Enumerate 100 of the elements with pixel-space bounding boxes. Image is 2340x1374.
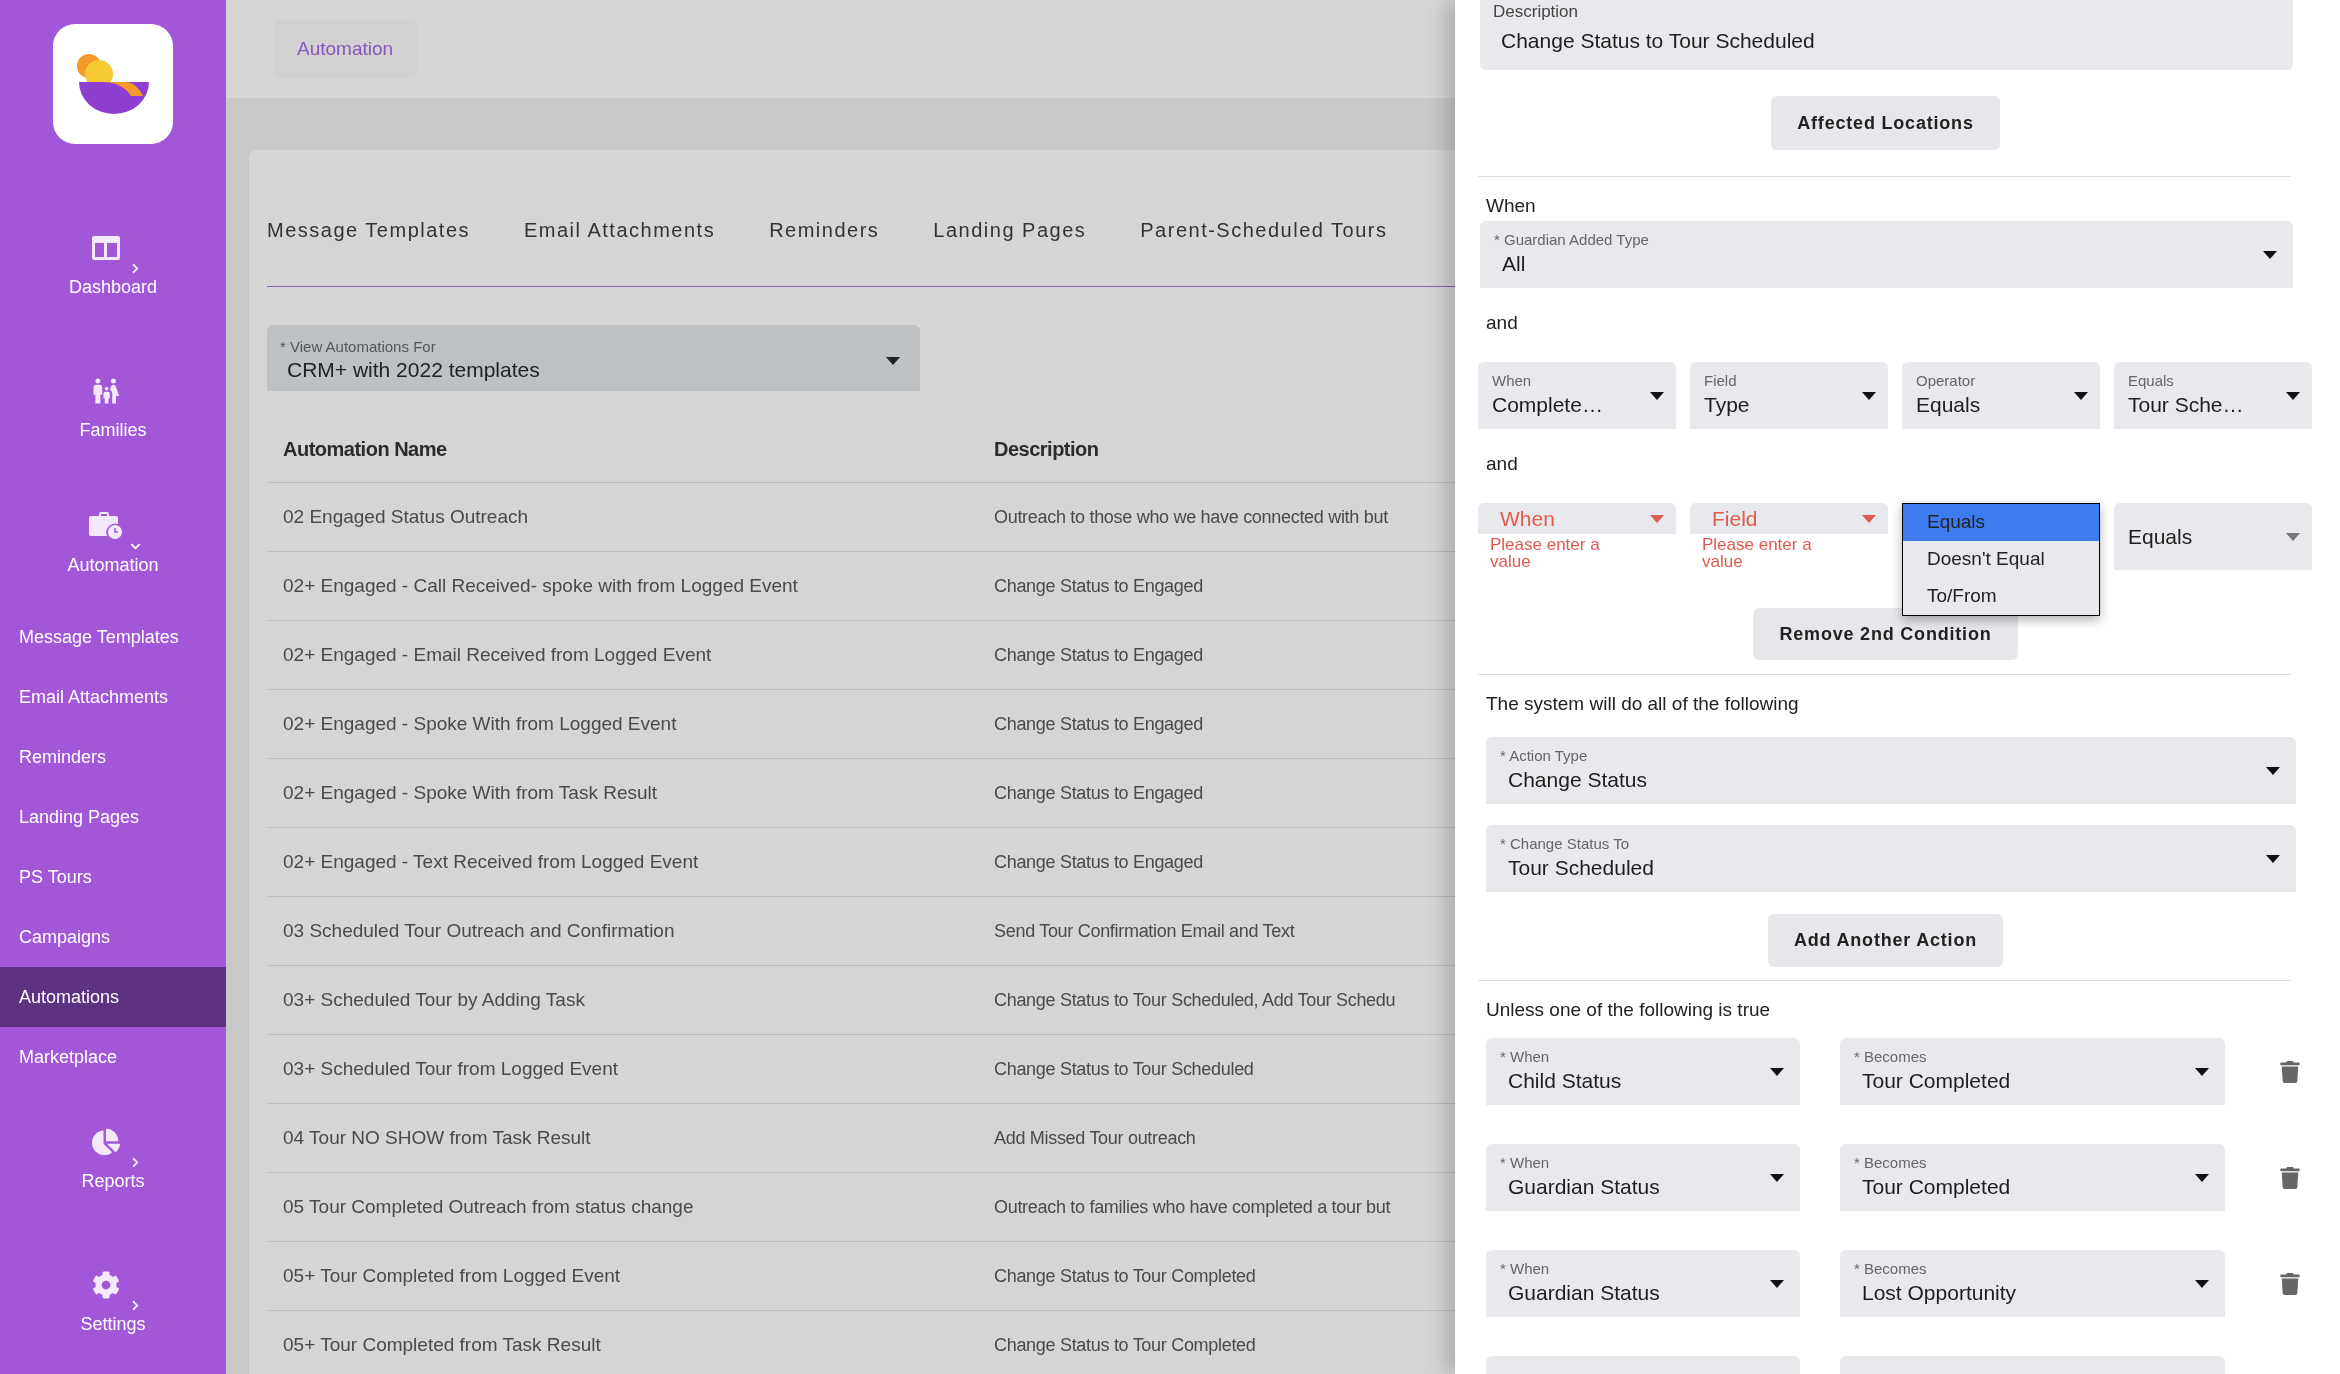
table-row[interactable]: 03+ Scheduled Tour from Logged Event Change Status to Tour Scheduled [267,1035,1455,1104]
table-row[interactable]: 02+ Engaged - Email Received from Logged Event Change Status to Engaged [267,621,1455,690]
table-row[interactable]: 02+ Engaged - Spoke With from Task Result Change Status to Engaged [267,759,1455,828]
table-row[interactable]: 02+ Engaged - Spoke With from Logged Event Change Status to Engaged [267,690,1455,759]
select-field[interactable]: * Action Type Change Status [1486,737,2296,804]
select-field[interactable]: * Becomes Tour Completed [1840,1038,2225,1105]
section-heading: The system will do all of the following [1486,692,1800,716]
table-row[interactable]: 03+ Scheduled Tour by Adding Task Change Status to Tour Scheduled, Add Tour Schedu [267,966,1455,1035]
description-field[interactable]: Description Change Status to Tour Scheduled [1480,0,2293,70]
nav-item[interactable]: Campaigns [0,907,226,967]
chevron-down-icon[interactable] [129,541,141,552]
table-cell-text: 02+ Engaged - Spoke With from Logged Event [282,711,678,736]
table-cell-text: 02 Engaged Status Outreach [282,504,530,529]
field-label: * Change Status To [1500,834,1630,853]
settings-icon [91,1270,120,1299]
field-value: Equals [1916,391,1981,418]
section-heading: Unless one of the following is true [1486,998,1772,1022]
select-field[interactable]: Field Type [1690,362,1888,429]
nav-section-label[interactable]: Dashboard [68,275,158,298]
table-row[interactable]: 02+ Engaged - Text Received from Logged Event Change Status to Engaged [267,828,1455,897]
caret-icon [2195,1067,2209,1076]
field-label: Description [1493,1,1580,22]
nav-item[interactable]: Email Attachments [0,667,226,727]
table-cell-text: Send Tour Confirmation Email and Text [994,919,1295,943]
nav-item[interactable]: Automations [0,967,226,1027]
view-automations-select[interactable]: * View Automations For CRM+ with 2022 templates [267,325,920,391]
table-cell-text: Outreach to families who have completed a tour but [994,1195,1391,1219]
table-row[interactable]: 05 Tour Completed Outreach from status change Outreach to families who have completed a tour but [267,1173,1455,1242]
table-row[interactable]: 05+ Tour Completed from Logged Event Change Status to Tour Completed [267,1242,1455,1311]
field-value: Equals [2128,523,2193,550]
table-cell-text: Change Status to Engaged [994,781,1203,805]
table-cell-text: 03+ Scheduled Tour by Adding Task [282,987,586,1012]
caret-icon [2263,250,2277,259]
table-cell-text: 02+ Engaged - Spoke With from Task Result [282,780,659,805]
select-field[interactable]: When Complete… [1478,362,1676,429]
delete-icon[interactable] [2279,1272,2301,1295]
field-value: Tour Completed [1861,1173,2011,1200]
table-cell-text: Change Status to Tour Completed [994,1333,1256,1357]
section-heading: and [1486,452,1519,476]
table-row[interactable]: 02 Engaged Status Outreach Outreach to those who we have connected with but [267,483,1455,552]
nav-item[interactable]: PS Tours [0,847,226,907]
select-field[interactable]: * Becomes Lost Opportunity [1840,1250,2225,1317]
tab[interactable]: Message Templates [267,218,470,242]
nav-section-label[interactable]: Automation [67,554,159,576]
field-label: * Becomes [1854,1259,1928,1278]
error-message: Please enter a value [1489,534,1601,570]
field-value: Lost Opportunity [1861,1279,2017,1306]
nav-item[interactable]: Message Templates [0,607,226,667]
column-header: Automation Name [282,436,448,462]
app-logo[interactable] [53,24,173,144]
tab[interactable]: Parent-Scheduled Tours [1140,218,1388,242]
nav-item[interactable]: Landing Pages [0,787,226,847]
field-label: * Guardian Added Type [1494,230,1649,249]
field-label: Equals [2128,371,2175,390]
table-cell-text: 03 Scheduled Tour Outreach and Confirmation [282,918,676,943]
field-label: * View Automations For [280,338,437,356]
nav-section-label[interactable]: Reports [81,1169,145,1192]
table-cell-text: Change Status to Engaged [994,850,1203,874]
field-placeholder: Field [1711,505,1758,532]
table-cell-text: Change Status to Engaged [994,574,1203,598]
menu-option[interactable]: Doesn't Equal [1903,541,2099,578]
briefcase-clock-icon [88,512,123,540]
select-field[interactable]: * When Guardian Status [1486,1144,1800,1211]
nav-item[interactable]: Marketplace [0,1027,226,1087]
table-cell-text: 03+ Scheduled Tour from Logged Event [282,1056,620,1081]
field-label: * Action Type [1500,746,1589,765]
affected-locations-button[interactable]: Affected Locations [1771,96,2000,150]
breadcrumb-button[interactable]: Automation [273,20,418,78]
select-field[interactable]: * Guardian Added Type All [1480,221,2293,288]
table-cell-text: Change Status to Tour Completed [994,1264,1256,1288]
select-field[interactable]: Equals [2114,503,2312,570]
caret-icon [2195,1173,2209,1182]
select-field[interactable]: * Becomes Tour Completed [1840,1144,2225,1211]
table-row[interactable]: 02+ Engaged - Call Received- spoke with from Logged Event Change Status to Engaged [267,552,1455,621]
delete-icon[interactable] [2279,1060,2301,1083]
table-cell-text: Change Status to Tour Scheduled, Add Tour Schedu [994,988,1396,1012]
table-row[interactable]: 04 Tour NO SHOW from Task Result Add Missed Tour outreach [267,1104,1455,1173]
select-field[interactable]: Operator Equals [1902,362,2100,429]
select-field[interactable]: Equals Tour Sche… [2114,362,2312,429]
tab[interactable]: Landing Pages [933,218,1087,242]
field-label: Field [1704,371,1738,390]
caret-icon [2286,532,2300,541]
select-field[interactable]: * Change Status To Tour Scheduled [1486,825,2296,892]
caret-icon [2074,391,2088,400]
tab[interactable]: Email Attachments [524,218,716,242]
nav-item[interactable]: Reminders [0,727,226,787]
table-row[interactable]: 03 Scheduled Tour Outreach and Confirmation Send Tour Confirmation Email and Text [267,897,1455,966]
remove-condition-button[interactable]: Remove 2nd Condition [1753,608,2018,660]
nav-section-label[interactable]: Families [79,418,147,441]
field-value: Change Status to Tour Scheduled [1500,28,1816,54]
caret-icon [1770,1067,1784,1076]
menu-option[interactable]: Equals [1903,504,2099,541]
delete-icon[interactable] [2279,1166,2301,1189]
table-cell-text: 02+ Engaged - Email Received from Logged Event [282,642,713,667]
add-action-button[interactable]: Add Another Action [1767,914,2003,967]
select-field[interactable]: * When Guardian Status [1486,1250,1800,1317]
nav-section-label[interactable]: Settings [80,1312,146,1335]
caret-icon [1862,391,1876,400]
select-field[interactable]: * When Child Status [1486,1038,1800,1105]
tab[interactable]: Reminders [769,218,880,242]
